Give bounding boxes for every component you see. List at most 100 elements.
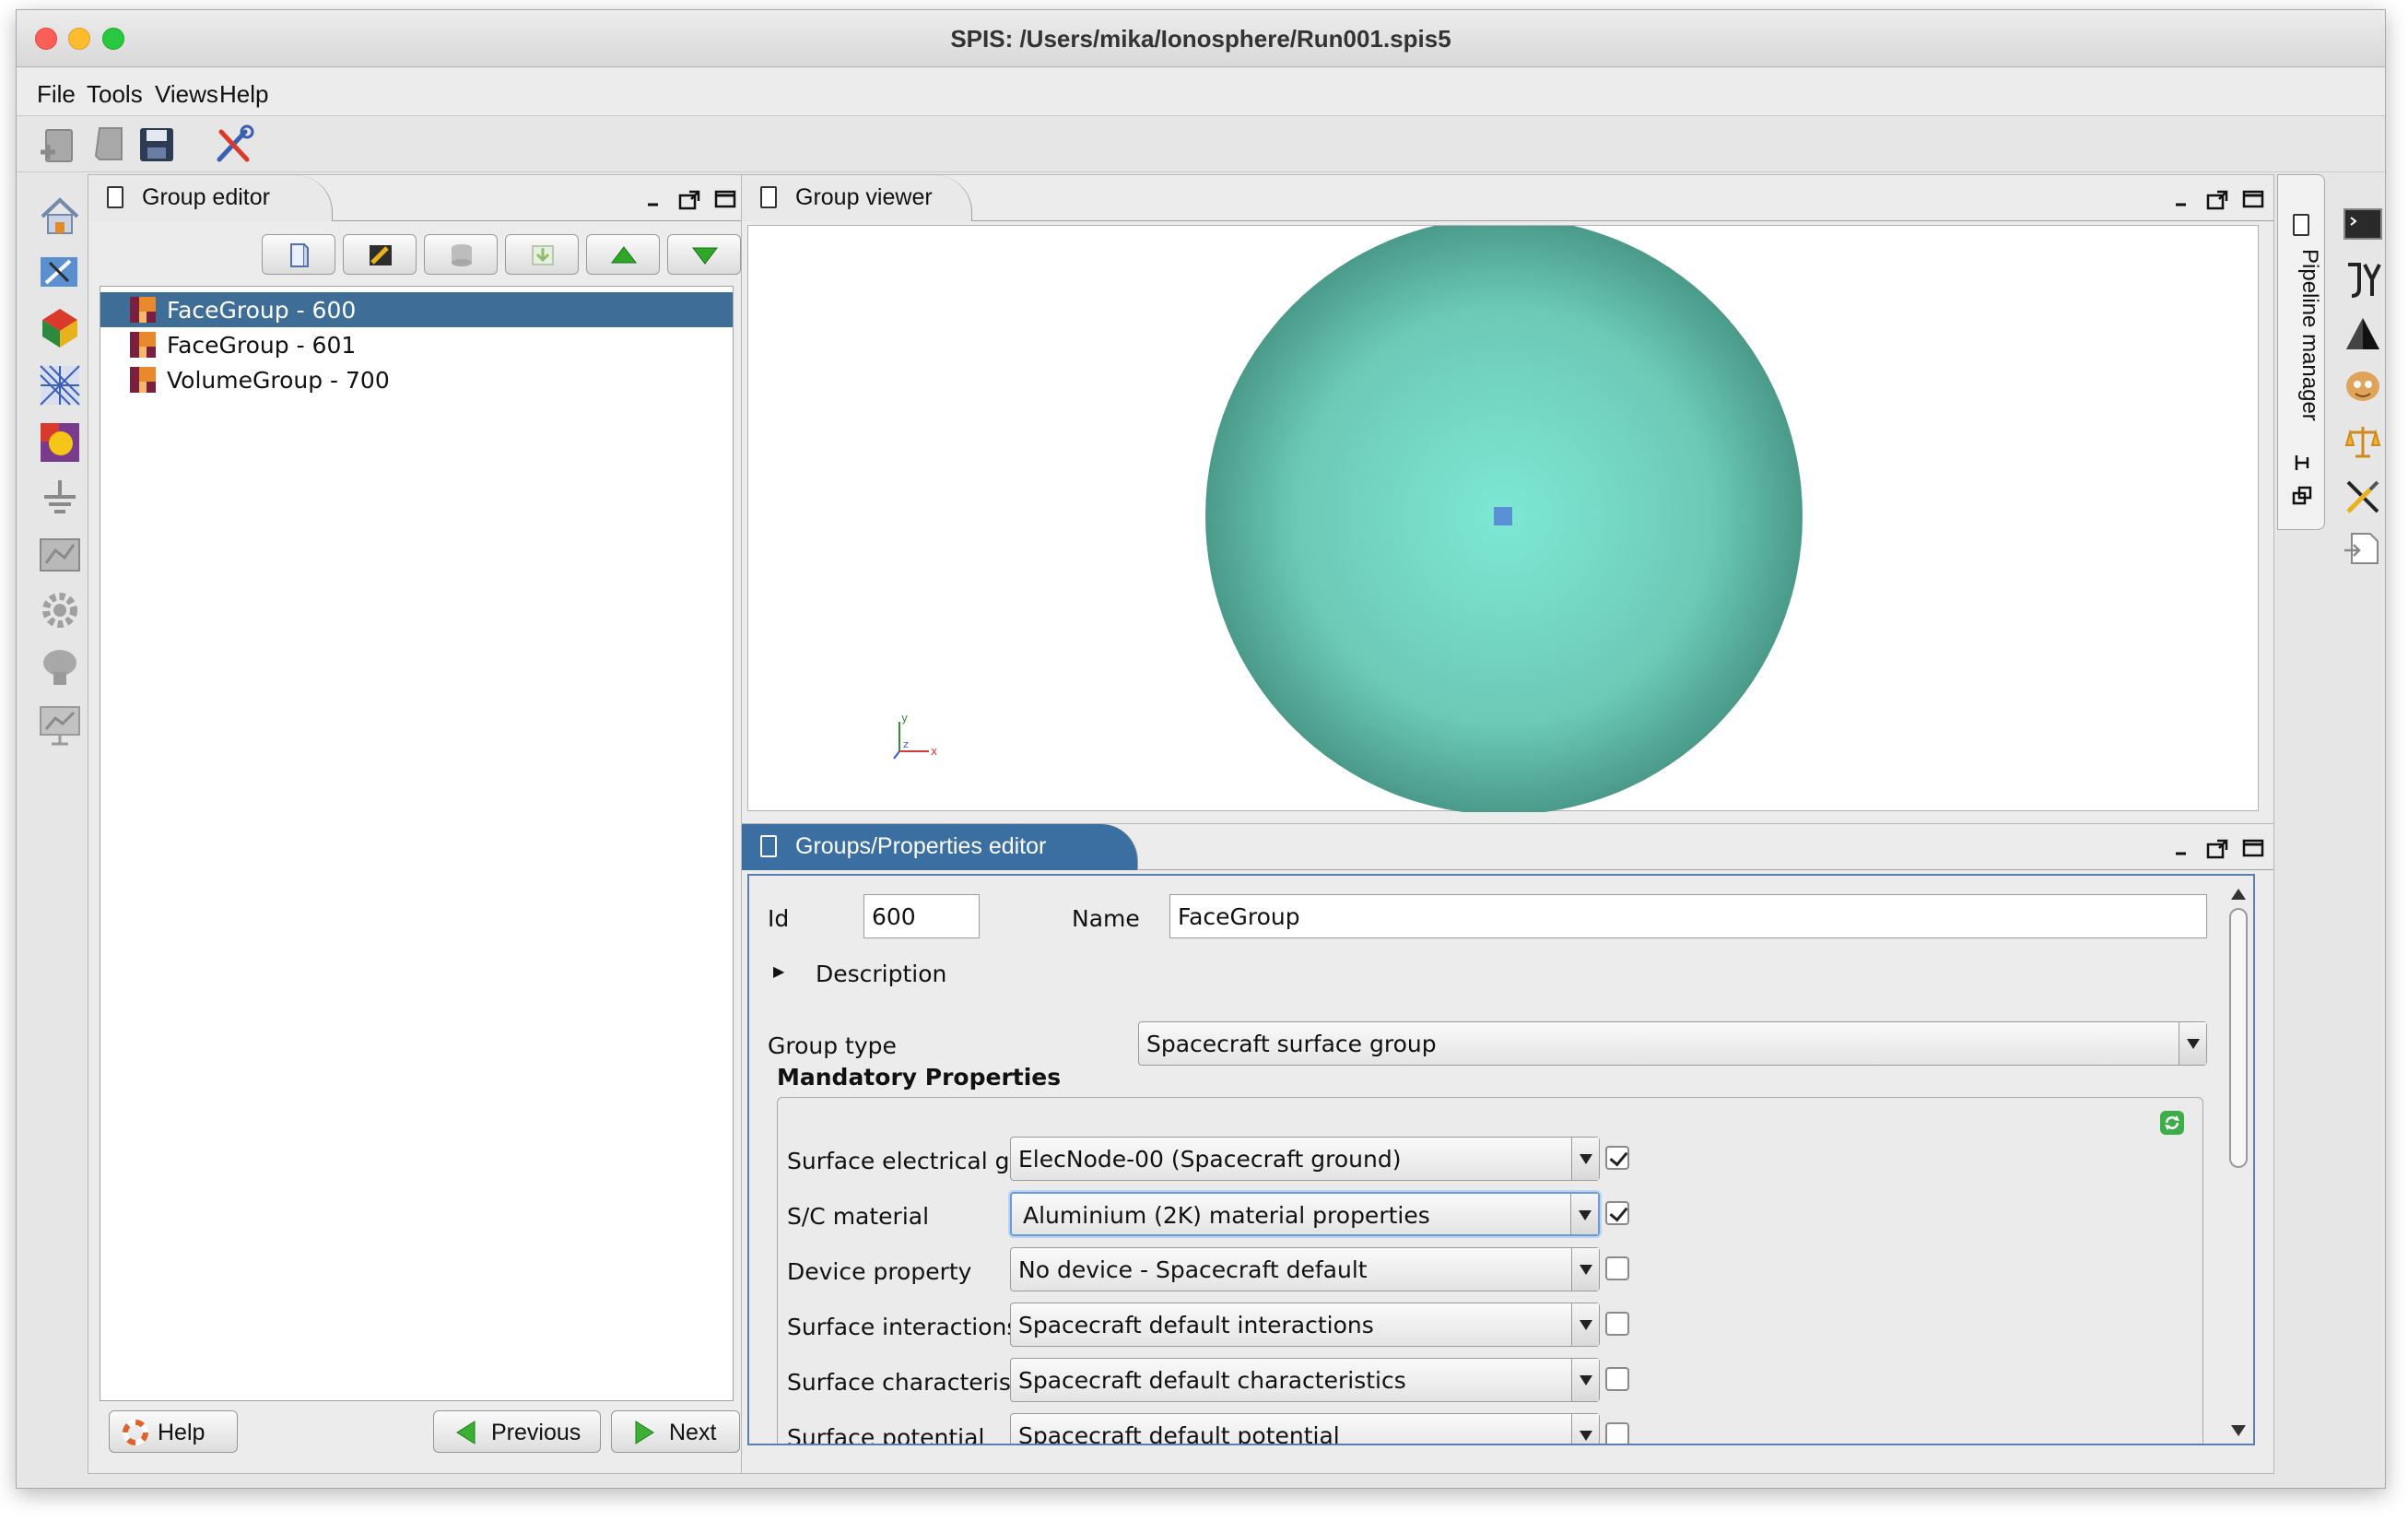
vertical-scrollbar[interactable] [2227, 881, 2249, 1444]
surface-potential-checkbox[interactable] [1605, 1422, 1629, 1444]
tree-item-facegroup-601[interactable]: FaceGroup - 601 [100, 327, 733, 362]
previous-button-label: Previous [491, 1420, 581, 1445]
simulation-icon[interactable] [37, 643, 83, 689]
app-window: SPIS: /Users/mika/Ionosphere/Run001.spis… [16, 9, 2386, 1489]
export-icon[interactable] [2343, 528, 2383, 569]
tree-item-volumegroup-700[interactable]: VolumeGroup - 700 [100, 362, 733, 397]
scroll-up-icon[interactable] [2231, 889, 2246, 900]
minimize-pane-icon[interactable] [2171, 837, 2195, 859]
previous-button[interactable]: Previous [433, 1410, 601, 1453]
settings-icon[interactable] [37, 587, 83, 633]
menu-views[interactable]: Views [155, 80, 218, 109]
surface-potential-select[interactable]: Spacecraft default potential [1010, 1413, 1600, 1445]
description-expander[interactable]: ▶ Description [771, 955, 974, 992]
ground-icon[interactable] [37, 477, 83, 523]
results-icon[interactable] [37, 702, 83, 748]
import-group-button[interactable] [505, 234, 579, 275]
balance-icon[interactable] [2343, 421, 2383, 462]
next-button[interactable]: Next [611, 1410, 740, 1453]
window-title: SPIS: /Users/mika/Ionosphere/Run001.spis… [950, 25, 1451, 53]
help-button-label: Help [158, 1420, 206, 1445]
edit-group-button[interactable] [343, 234, 417, 275]
restore-pane-icon[interactable] [2291, 485, 2313, 507]
group-editor-panel: Group editor FaceGroup - 600 FaceGroup -… [88, 174, 748, 1474]
property-label: S/C material [787, 1203, 930, 1230]
float-pane-icon[interactable] [2206, 188, 2230, 210]
pipeline-manager-tab[interactable]: Pipeline manager [2277, 174, 2325, 530]
menu-bar: File Tools Views Help [17, 68, 2385, 116]
save-icon[interactable] [135, 123, 179, 167]
tab-group-viewer[interactable]: Group viewer [742, 175, 972, 221]
mesh-icon[interactable] [37, 362, 83, 408]
minimize-pane-icon[interactable] [643, 188, 667, 210]
float-pane-icon[interactable] [2206, 837, 2230, 859]
home-icon[interactable] [37, 195, 83, 241]
help-button[interactable]: Help [109, 1410, 238, 1453]
surface-ground-node-checkbox[interactable] [1605, 1146, 1629, 1170]
maximize-pane-icon[interactable] [2241, 188, 2265, 210]
menu-tools[interactable]: Tools [87, 80, 143, 109]
mandatory-properties-box: Surface electrical ground node ElecNode-… [777, 1097, 2203, 1445]
surface-ground-node-select[interactable]: ElecNode-00 (Spacecraft ground) [1010, 1137, 1600, 1181]
id-label: Id [768, 905, 790, 932]
surface-interactions-select[interactable]: Spacecraft default interactions [1010, 1303, 1600, 1347]
open-project-icon[interactable] [88, 123, 133, 167]
property-value: ElecNode-00 (Spacecraft ground) [1018, 1146, 1402, 1173]
float-pane-icon[interactable] [678, 188, 702, 210]
jython-icon[interactable] [2343, 259, 2383, 300]
surface-characteristics-checkbox[interactable] [1605, 1367, 1629, 1391]
new-group-button[interactable] [262, 234, 335, 275]
property-value: Aluminium (2K) material properties [1023, 1202, 1430, 1229]
scrollbar-thumb[interactable] [2229, 908, 2248, 1168]
maximize-pane-icon[interactable] [713, 188, 737, 210]
tab-group-editor[interactable]: Group editor [88, 175, 333, 221]
group-viewer-tabstrip: Group viewer [742, 175, 2273, 221]
property-label: Surface potential [787, 1424, 985, 1445]
console-icon[interactable] [2343, 204, 2383, 244]
name-field[interactable]: FaceGroup [1169, 894, 2207, 938]
groups-icon[interactable] [37, 305, 83, 351]
tools-cross-icon[interactable] [2343, 477, 2383, 517]
tools-icon[interactable] [212, 123, 256, 167]
geometry-icon[interactable] [37, 250, 83, 296]
materials-icon[interactable] [37, 419, 83, 466]
surface-characteristics-select[interactable]: Spacecraft default characteristics [1010, 1358, 1600, 1402]
sc-material-select[interactable]: Aluminium (2K) material properties [1010, 1192, 1600, 1236]
triangle-icon[interactable] [2343, 314, 2383, 355]
refresh-icon[interactable] [2160, 1111, 2184, 1135]
group-viewer-panel: Group viewer y x z [741, 174, 2274, 824]
group-type-select[interactable]: Spacecraft surface group [1138, 1021, 2207, 1066]
sphere-mesh-view[interactable]: y x z [748, 226, 2260, 812]
tab-label: Group editor [142, 184, 270, 210]
chevron-down-icon [2179, 1022, 2206, 1065]
chevron-down-icon [1571, 1138, 1599, 1180]
new-project-icon[interactable] [37, 123, 81, 167]
database-button[interactable] [424, 234, 498, 275]
scroll-down-icon[interactable] [2231, 1425, 2246, 1436]
document-icon [760, 186, 777, 208]
property-value: Spacecraft default potential [1018, 1422, 1340, 1445]
menu-help[interactable]: Help [219, 80, 268, 109]
surface-interactions-checkbox[interactable] [1605, 1312, 1629, 1336]
tree-item-facegroup-600[interactable]: FaceGroup - 600 [100, 292, 733, 327]
id-field[interactable]: 600 [863, 894, 980, 938]
tab-groups-properties-editor[interactable]: Groups/Properties editor [742, 824, 1138, 870]
3d-viewport[interactable]: y x z [747, 225, 2260, 812]
move-down-button[interactable] [667, 234, 741, 275]
user-icon[interactable] [2343, 366, 2383, 407]
move-up-button[interactable] [586, 234, 660, 275]
property-value: No device - Spacecraft default [1018, 1256, 1368, 1283]
pin-icon[interactable] [2291, 452, 2313, 474]
menu-file[interactable]: File [37, 80, 76, 109]
device-property-checkbox[interactable] [1605, 1256, 1629, 1280]
minimize-pane-icon[interactable] [2171, 188, 2195, 210]
axis-triad-icon: y x z [893, 712, 937, 760]
device-property-select[interactable]: No device - Spacecraft default [1010, 1247, 1600, 1291]
maximize-pane-icon[interactable] [2241, 837, 2265, 859]
sc-material-checkbox[interactable] [1605, 1201, 1629, 1225]
property-label: Surface interactions [787, 1314, 1019, 1340]
tab-label: Groups/Properties editor [795, 833, 1047, 859]
field-icon[interactable] [37, 532, 83, 578]
tree-item-label: FaceGroup - 600 [167, 297, 357, 324]
tab-label: Group viewer [795, 184, 933, 210]
